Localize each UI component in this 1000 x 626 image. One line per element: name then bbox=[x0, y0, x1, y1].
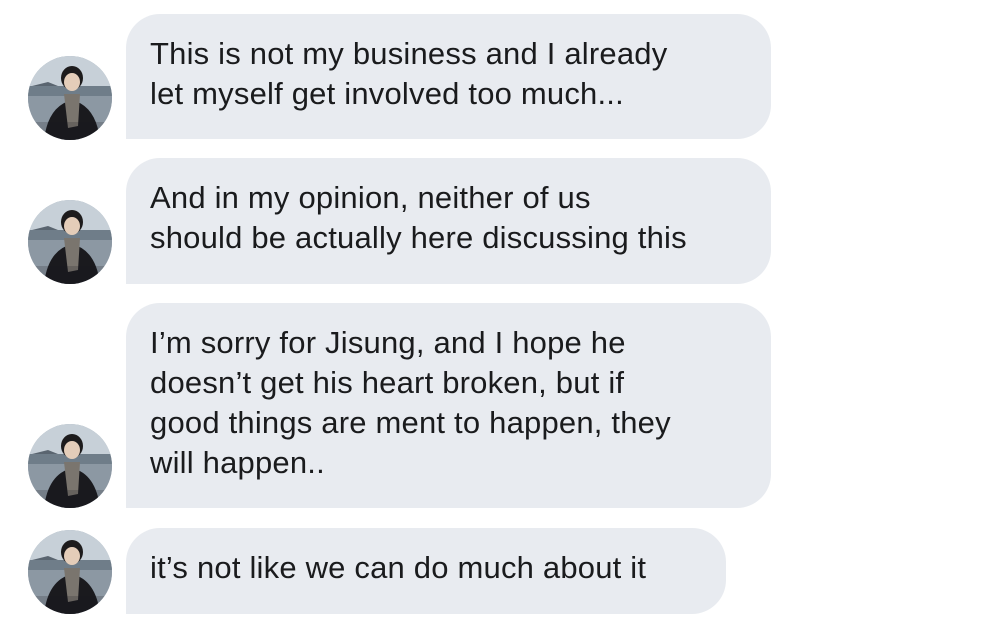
avatar[interactable] bbox=[28, 424, 112, 508]
profile-photo-icon bbox=[28, 200, 112, 284]
profile-photo-icon bbox=[28, 56, 112, 140]
message-bubble[interactable]: it’s not like we can do much about it bbox=[126, 528, 726, 614]
message-bubble[interactable]: And in my opinion, neither of us should … bbox=[126, 158, 771, 284]
profile-photo-icon bbox=[28, 424, 112, 508]
avatar[interactable] bbox=[28, 200, 112, 284]
profile-photo-icon bbox=[28, 530, 112, 614]
message-bubble[interactable]: I’m sorry for Jisung, and I hope he does… bbox=[126, 303, 771, 508]
avatar[interactable] bbox=[28, 530, 112, 614]
message-bubble[interactable]: This is not my business and I already le… bbox=[126, 14, 771, 139]
avatar[interactable] bbox=[28, 56, 112, 140]
